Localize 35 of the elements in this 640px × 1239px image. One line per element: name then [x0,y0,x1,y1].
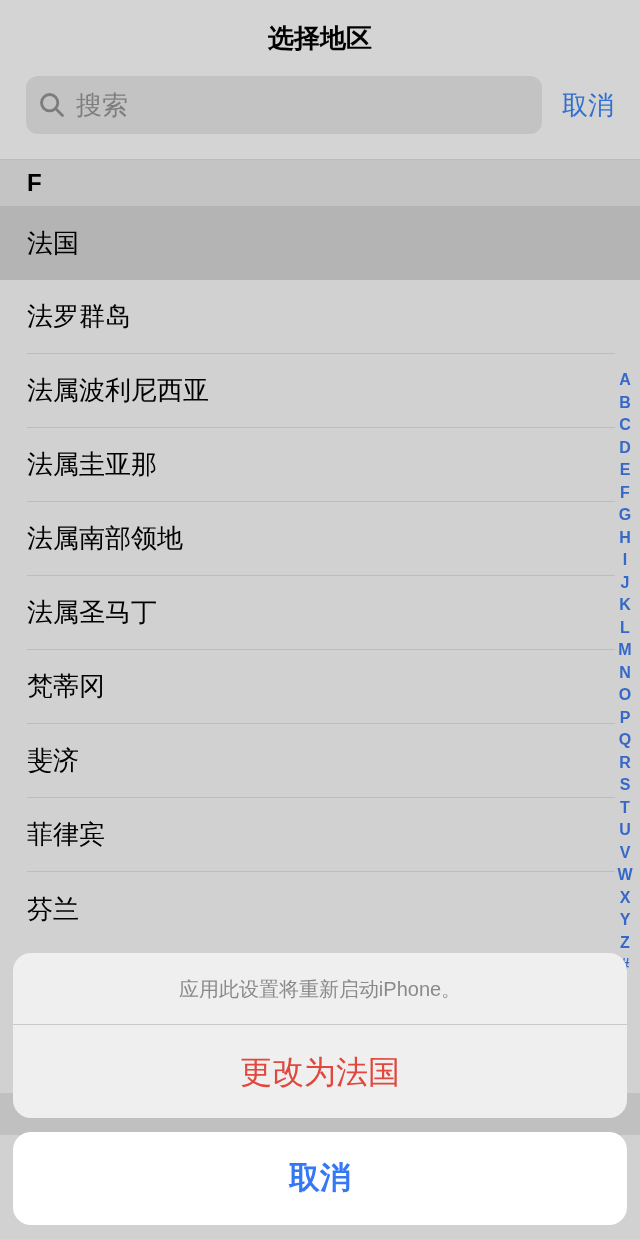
index-letter[interactable]: G [618,504,632,527]
index-letter[interactable]: K [619,594,631,617]
index-letter[interactable]: H [619,526,631,549]
search-field[interactable]: 搜索 [26,76,542,134]
index-letter[interactable]: B [619,391,631,414]
index-letter[interactable]: W [617,864,633,887]
nav-title: 选择地区 [268,21,372,55]
index-letter[interactable]: F [620,481,630,504]
cancel-button[interactable]: 取消 [13,1132,627,1225]
index-letter[interactable]: V [619,841,631,864]
cancel-link[interactable]: 取消 [562,85,614,125]
index-letter[interactable]: P [619,706,631,729]
confirm-button[interactable]: 更改为法国 [13,1025,627,1118]
index-letter[interactable]: A [619,369,631,392]
index-letter[interactable]: Z [620,931,630,954]
index-letter[interactable]: O [618,684,632,707]
index-letter[interactable]: U [619,819,631,842]
sheet-message: 应用此设置将重新启动iPhone。 [178,976,462,1002]
index-letter[interactable]: Q [618,729,632,752]
region-row[interactable]: 法国 [0,206,640,280]
section-header: F [0,160,640,206]
search-icon [38,91,66,119]
index-letter[interactable]: E [619,459,631,482]
index-letter[interactable]: X [619,886,631,909]
index-letter[interactable]: J [620,571,630,594]
index-letter[interactable]: L [620,616,630,639]
index-letter[interactable]: M [618,639,632,662]
index-letter[interactable]: Y [619,909,631,932]
index-letter[interactable]: N [619,661,631,684]
index-letter[interactable]: R [619,751,631,774]
index-letter[interactable]: D [619,436,631,459]
index-letter[interactable]: C [619,414,631,437]
index-letter[interactable]: I [622,549,628,572]
index-letter[interactable]: T [620,796,630,819]
index-letter[interactable]: S [619,774,631,797]
